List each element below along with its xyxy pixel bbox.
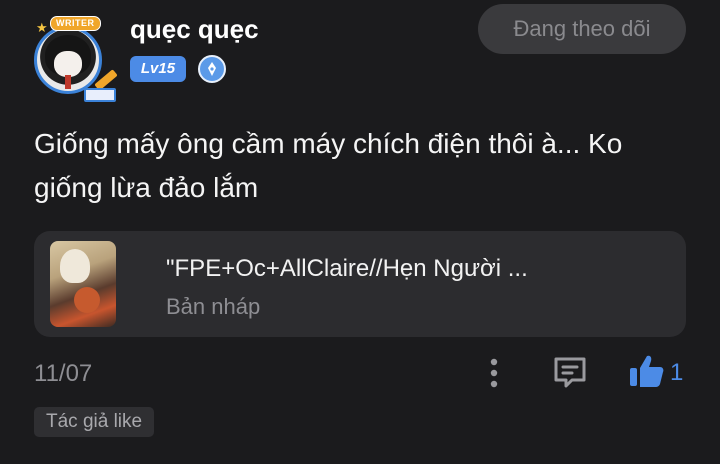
avatar[interactable]: ★ WRITER (28, 16, 118, 102)
story-cover-image (50, 241, 116, 327)
like-count: 1 (670, 359, 684, 386)
level-badge: Lv15 (130, 56, 186, 82)
story-title: "FPE+Oc+AllClaire//Hẹn Người ... (166, 255, 528, 282)
comment-text: Giống mấy ông cầm máy chích điện thôi à.… (34, 128, 623, 203)
author-liked-tag: Tác giả like (34, 407, 155, 437)
username[interactable]: quẹc quẹc (130, 14, 259, 45)
book-icon (84, 88, 116, 102)
author-badge-icon (198, 55, 226, 83)
comment-date: 11/07 (34, 360, 93, 387)
writer-badge: WRITER (50, 16, 101, 31)
like-button[interactable]: 1 (628, 352, 688, 392)
story-status: Bản nháp (166, 294, 261, 319)
following-button[interactable]: Đang theo dõi (478, 4, 686, 54)
more-vertical-icon[interactable] (482, 355, 506, 391)
thumbs-up-icon (630, 355, 664, 387)
reply-comment-icon[interactable] (552, 354, 588, 390)
avatar-image (34, 26, 102, 94)
linked-story-card[interactable]: "FPE+Oc+AllClaire//Hẹn Người ... Bản nhá… (34, 231, 686, 337)
comment-item: ★ WRITER quẹc quẹc Lv15 Đang theo dõi Gi… (0, 0, 720, 464)
